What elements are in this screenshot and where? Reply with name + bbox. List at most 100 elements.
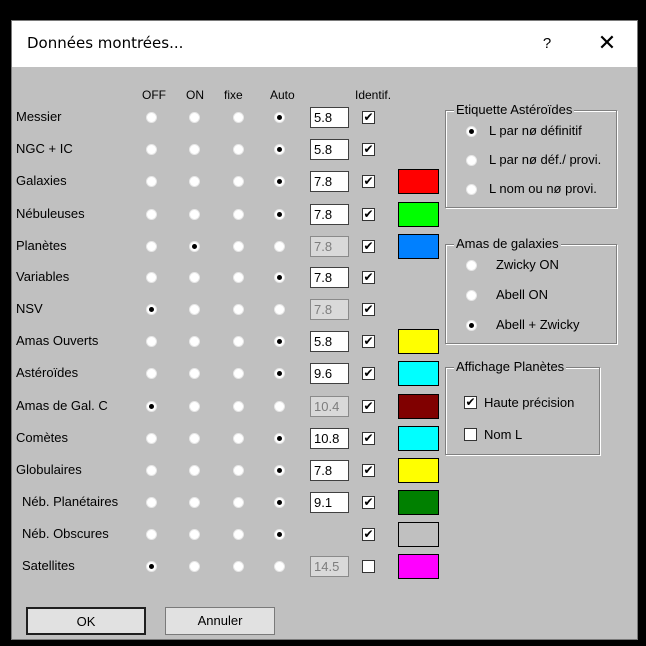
magnitude-input[interactable]: 7.8 — [310, 267, 349, 288]
identif-checkbox[interactable]: ✔ — [362, 496, 375, 509]
magnitude-input[interactable]: 7.8 — [310, 460, 349, 481]
color-swatch[interactable] — [398, 426, 439, 451]
identif-checkbox[interactable]: ✔ — [362, 432, 375, 445]
mode-radio-off[interactable] — [146, 401, 157, 412]
mode-radio-off[interactable] — [146, 368, 157, 379]
mode-radio-on[interactable] — [189, 368, 200, 379]
mode-radio-off[interactable] — [146, 336, 157, 347]
mode-radio-off[interactable] — [146, 176, 157, 187]
identif-checkbox[interactable]: ✔ — [362, 240, 375, 253]
identif-checkbox[interactable]: ✔ — [362, 111, 375, 124]
color-swatch[interactable] — [398, 522, 439, 547]
mode-radio-off[interactable] — [146, 497, 157, 508]
magnitude-input[interactable]: 7.8 — [310, 299, 349, 320]
mode-radio-auto[interactable] — [274, 241, 285, 252]
mode-radio-auto[interactable] — [274, 561, 285, 572]
ok-button[interactable]: OK — [26, 607, 146, 635]
mode-radio-on[interactable] — [189, 561, 200, 572]
identif-checkbox[interactable]: ✔ — [362, 143, 375, 156]
haute-precision-checkbox[interactable]: ✔ — [464, 396, 477, 409]
color-swatch[interactable] — [398, 169, 439, 194]
identif-checkbox[interactable]: ✔ — [362, 208, 375, 221]
mode-radio-on[interactable] — [189, 176, 200, 187]
mode-radio-on[interactable] — [189, 497, 200, 508]
color-swatch[interactable] — [398, 329, 439, 354]
mode-radio-on[interactable] — [189, 272, 200, 283]
mode-radio-off[interactable] — [146, 144, 157, 155]
mode-radio-on[interactable] — [189, 144, 200, 155]
mode-radio-auto[interactable] — [274, 176, 285, 187]
mode-radio-fixe[interactable] — [233, 241, 244, 252]
color-swatch[interactable] — [398, 202, 439, 227]
identif-checkbox[interactable] — [362, 560, 375, 573]
mode-radio-fixe[interactable] — [233, 368, 244, 379]
mode-radio-off[interactable] — [146, 529, 157, 540]
amas-option-radio-0[interactable] — [466, 260, 477, 271]
mode-radio-auto[interactable] — [274, 112, 285, 123]
identif-checkbox[interactable]: ✔ — [362, 303, 375, 316]
magnitude-input[interactable]: 5.8 — [310, 107, 349, 128]
identif-checkbox[interactable]: ✔ — [362, 367, 375, 380]
mode-radio-fixe[interactable] — [233, 144, 244, 155]
amas-option-radio-1[interactable] — [466, 290, 477, 301]
etiquette-option-radio-0[interactable] — [466, 126, 477, 137]
mode-radio-fixe[interactable] — [233, 304, 244, 315]
mode-radio-fixe[interactable] — [233, 529, 244, 540]
magnitude-input[interactable]: 7.8 — [310, 171, 349, 192]
mode-radio-on[interactable] — [189, 304, 200, 315]
color-swatch[interactable] — [398, 394, 439, 419]
mode-radio-fixe[interactable] — [233, 336, 244, 347]
mode-radio-auto[interactable] — [274, 144, 285, 155]
color-swatch[interactable] — [398, 458, 439, 483]
identif-checkbox[interactable]: ✔ — [362, 175, 375, 188]
etiquette-option-radio-2[interactable] — [466, 184, 477, 195]
help-button[interactable]: ? — [536, 32, 558, 56]
magnitude-input[interactable]: 9.6 — [310, 363, 349, 384]
color-swatch[interactable] — [398, 554, 439, 579]
mode-radio-auto[interactable] — [274, 304, 285, 315]
mode-radio-on[interactable] — [189, 529, 200, 540]
mode-radio-auto[interactable] — [274, 433, 285, 444]
close-button[interactable]: ✕ — [592, 32, 622, 56]
mode-radio-fixe[interactable] — [233, 561, 244, 572]
mode-radio-fixe[interactable] — [233, 112, 244, 123]
color-swatch[interactable] — [398, 361, 439, 386]
amas-option-radio-2[interactable] — [466, 320, 477, 331]
identif-checkbox[interactable]: ✔ — [362, 464, 375, 477]
identif-checkbox[interactable]: ✔ — [362, 271, 375, 284]
identif-checkbox[interactable]: ✔ — [362, 400, 375, 413]
mode-radio-auto[interactable] — [274, 465, 285, 476]
mode-radio-on[interactable] — [189, 241, 200, 252]
mode-radio-off[interactable] — [146, 272, 157, 283]
magnitude-input[interactable]: 9.1 — [310, 492, 349, 513]
mode-radio-auto[interactable] — [274, 368, 285, 379]
magnitude-input[interactable]: 7.8 — [310, 204, 349, 225]
mode-radio-auto[interactable] — [274, 272, 285, 283]
mode-radio-fixe[interactable] — [233, 176, 244, 187]
mode-radio-fixe[interactable] — [233, 272, 244, 283]
mode-radio-off[interactable] — [146, 433, 157, 444]
mode-radio-off[interactable] — [146, 561, 157, 572]
mode-radio-on[interactable] — [189, 209, 200, 220]
mode-radio-fixe[interactable] — [233, 209, 244, 220]
color-swatch[interactable] — [398, 490, 439, 515]
mode-radio-on[interactable] — [189, 401, 200, 412]
mode-radio-auto[interactable] — [274, 209, 285, 220]
mode-radio-on[interactable] — [189, 433, 200, 444]
mode-radio-on[interactable] — [189, 112, 200, 123]
identif-checkbox[interactable]: ✔ — [362, 528, 375, 541]
mode-radio-off[interactable] — [146, 241, 157, 252]
mode-radio-off[interactable] — [146, 304, 157, 315]
magnitude-input[interactable]: 14.5 — [310, 556, 349, 577]
mode-radio-fixe[interactable] — [233, 497, 244, 508]
mode-radio-auto[interactable] — [274, 401, 285, 412]
mode-radio-auto[interactable] — [274, 497, 285, 508]
magnitude-input[interactable]: 10.8 — [310, 428, 349, 449]
color-swatch[interactable] — [398, 234, 439, 259]
nom-l-checkbox[interactable] — [464, 428, 477, 441]
mode-radio-off[interactable] — [146, 112, 157, 123]
cancel-button[interactable]: Annuler — [165, 607, 275, 635]
mode-radio-auto[interactable] — [274, 336, 285, 347]
mode-radio-on[interactable] — [189, 465, 200, 476]
mode-radio-fixe[interactable] — [233, 465, 244, 476]
